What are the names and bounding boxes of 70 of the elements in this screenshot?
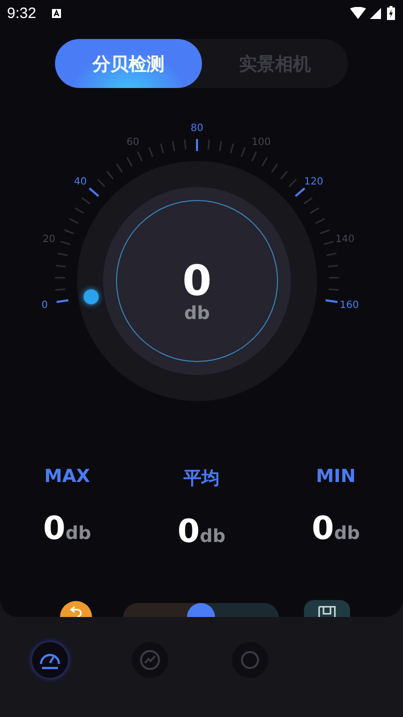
minor-tick xyxy=(58,252,68,256)
major-tick xyxy=(325,299,338,303)
scale-label: 20 xyxy=(42,234,56,246)
minor-tick xyxy=(126,157,133,167)
minor-tick xyxy=(55,288,66,291)
notification-icon xyxy=(52,8,62,18)
nav-button[interactable] xyxy=(32,642,68,678)
clock-time: 9:32 xyxy=(7,4,36,22)
scale-label: 80 xyxy=(190,123,204,134)
minor-tick xyxy=(160,144,164,154)
minor-tick xyxy=(208,139,210,150)
circle-icon xyxy=(238,648,262,672)
unit-label: db xyxy=(184,303,210,324)
minor-tick xyxy=(320,229,330,234)
scale-label: 140 xyxy=(335,234,354,246)
minor-tick xyxy=(240,147,246,157)
major-tick xyxy=(56,299,69,303)
minor-tick xyxy=(310,207,320,214)
minor-tick xyxy=(230,144,234,154)
minor-tick xyxy=(326,252,336,256)
minor-tick xyxy=(315,218,325,224)
minor-tick xyxy=(74,207,84,214)
minor-tick xyxy=(218,140,222,152)
stat-value: 0 xyxy=(43,509,66,547)
minor-tick xyxy=(261,157,268,167)
minor-tick xyxy=(184,139,186,150)
unit-label: db xyxy=(200,526,226,547)
undo-icon xyxy=(69,604,83,617)
wifi-icon xyxy=(350,7,366,19)
minor-tick xyxy=(137,152,143,162)
signal-icon xyxy=(370,8,381,18)
minor-tick xyxy=(328,288,339,291)
stat-value: 0 xyxy=(312,509,334,547)
minor-tick xyxy=(55,276,66,279)
major-tick xyxy=(88,188,100,197)
unit-label: db xyxy=(65,523,92,544)
decibel-reading: 0 xyxy=(182,256,212,305)
minor-tick xyxy=(328,264,338,268)
minor-tick xyxy=(304,197,313,204)
line-chart-icon xyxy=(138,648,162,672)
scale-label: 120 xyxy=(304,176,324,188)
stat-label: MIN xyxy=(316,466,356,487)
major-tick xyxy=(294,188,306,197)
minor-tick xyxy=(81,197,90,204)
minor-tick xyxy=(251,152,257,162)
minor-tick xyxy=(328,276,339,279)
minor-tick xyxy=(324,240,334,246)
scale-label: 0 xyxy=(42,300,48,311)
unit-label: db xyxy=(334,523,360,544)
battery-charging-icon xyxy=(387,6,395,20)
minor-tick xyxy=(172,140,176,152)
major-tick xyxy=(196,139,198,151)
minor-tick xyxy=(148,147,154,157)
minor-tick xyxy=(116,164,123,173)
scale-label: 100 xyxy=(252,137,271,148)
tab[interactable]: 分贝检测 xyxy=(55,39,202,88)
scale-label: 60 xyxy=(126,137,140,148)
minor-tick xyxy=(64,229,74,234)
floppy-icon xyxy=(316,605,338,617)
minor-tick xyxy=(60,240,70,246)
minor-tick xyxy=(288,178,297,188)
minor-tick xyxy=(56,264,66,268)
scale-label: 40 xyxy=(74,176,87,188)
stat-value: 0 xyxy=(177,512,200,550)
stat-label: MAX xyxy=(44,466,90,487)
minor-tick xyxy=(97,178,106,188)
minor-tick xyxy=(271,164,278,173)
minor-tick xyxy=(69,218,79,224)
stat-label: 平均 xyxy=(183,467,220,490)
scale-label: 160 xyxy=(340,300,359,311)
